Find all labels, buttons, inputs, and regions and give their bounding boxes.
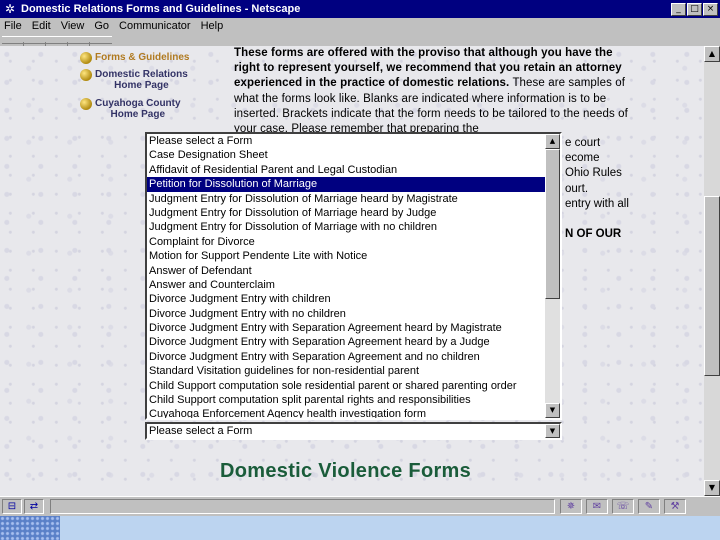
menu-bar: File Edit View Go Communicator Help xyxy=(0,18,720,34)
netscape-icon: ✲ xyxy=(4,2,16,16)
toolbar-grip[interactable] xyxy=(2,36,112,50)
scroll-up-button[interactable]: ▲ xyxy=(704,46,720,62)
menu-help[interactable]: Help xyxy=(201,20,224,32)
intro-tail: e court ecome Ohio Rules ourt. entry wit… xyxy=(565,137,629,241)
form-option[interactable]: Divorce Judgment Entry with Separation A… xyxy=(147,335,547,349)
connection-icon: ⇄ xyxy=(24,499,44,514)
navigator-icon[interactable]: ✵ xyxy=(560,499,582,514)
status-text xyxy=(50,499,555,514)
form-option[interactable]: Judgment Entry for Dissolution of Marria… xyxy=(147,192,547,206)
form-option[interactable]: Answer of Defendant xyxy=(147,264,547,278)
menu-edit[interactable]: Edit xyxy=(32,20,51,32)
page-scrollbar[interactable]: ▲ ▼ xyxy=(704,46,720,496)
form-option[interactable]: Answer and Counterclaim xyxy=(147,278,547,292)
menu-communicator[interactable]: Communicator xyxy=(119,20,191,32)
nav-forms-guidelines[interactable]: Forms & Guidelines xyxy=(80,52,189,64)
scroll-thumb[interactable] xyxy=(545,149,560,299)
scroll-up-button[interactable]: ▲ xyxy=(545,134,560,149)
browser-window: ✲ Domestic Relations Forms and Guideline… xyxy=(0,0,720,540)
maximize-button[interactable]: □ xyxy=(687,2,702,16)
intro-paragraph: These forms are offered with the proviso… xyxy=(234,46,628,137)
menu-file[interactable]: File xyxy=(4,20,22,32)
section-heading: Domestic Violence Forms xyxy=(220,460,472,482)
title-bar[interactable]: ✲ Domestic Relations Forms and Guideline… xyxy=(0,0,720,18)
form-option[interactable]: Standard Visitation guidelines for non-r… xyxy=(147,364,547,378)
composer-icon[interactable]: ✎ xyxy=(638,499,660,514)
taskbar xyxy=(0,516,720,540)
form-option[interactable]: Please select a Form xyxy=(147,134,547,148)
bullet-icon xyxy=(80,98,92,110)
form-option[interactable]: Divorce Judgment Entry with children xyxy=(147,292,547,306)
desktop-thumbnail xyxy=(0,516,60,540)
nav-domestic-relations-home[interactable]: Domestic Relations Home Page xyxy=(80,69,188,91)
bullet-icon xyxy=(80,69,92,81)
form-options: Please select a Form Case Designation She… xyxy=(147,134,547,418)
dropdown-value: Please select a Form xyxy=(149,425,253,437)
nav-cuyahoga-county-home[interactable]: Cuyahoga County Home Page xyxy=(80,98,181,120)
menu-go[interactable]: Go xyxy=(94,20,109,32)
scroll-thumb[interactable] xyxy=(704,196,720,376)
form-option[interactable]: Motion for Support Pendente Lite with No… xyxy=(147,249,547,263)
form-option[interactable]: Case Designation Sheet xyxy=(147,148,547,162)
discussion-icon[interactable]: ☏ xyxy=(612,499,634,514)
page-content: Forms & Guidelines Domestic Relations Ho… xyxy=(0,46,704,496)
nav-label: Domestic Relations Home Page xyxy=(95,69,188,91)
scroll-down-button[interactable]: ▼ xyxy=(704,480,720,496)
form-option[interactable]: Child Support computation sole residenti… xyxy=(147,379,547,393)
component-icon[interactable]: ⚒ xyxy=(664,499,686,514)
scroll-down-button[interactable]: ▼ xyxy=(545,403,560,418)
form-option[interactable]: Divorce Judgment Entry with no children xyxy=(147,307,547,321)
form-option[interactable]: Divorce Judgment Entry with Separation A… xyxy=(147,350,547,364)
form-option[interactable]: Child Support computation split parental… xyxy=(147,393,547,407)
form-option[interactable]: Judgment Entry for Dissolution of Marria… xyxy=(147,206,547,220)
form-select-dropdown[interactable]: Please select a Form ▼ xyxy=(145,422,562,440)
menu-view[interactable]: View xyxy=(61,20,85,32)
nav-label: Forms & Guidelines xyxy=(95,52,190,63)
status-bar: ⊟ ⇄ ✵ ✉ ☏ ✎ ⚒ xyxy=(0,496,720,516)
collapsed-toolbars xyxy=(0,34,720,50)
form-option[interactable]: Complaint for Divorce xyxy=(147,235,547,249)
form-option[interactable]: Affidavit of Residential Parent and Lega… xyxy=(147,163,547,177)
form-option[interactable]: Divorce Judgment Entry with Separation A… xyxy=(147,321,547,335)
close-button[interactable]: × xyxy=(703,2,718,16)
dropdown-arrow-icon[interactable]: ▼ xyxy=(545,424,560,438)
bullet-icon xyxy=(80,52,92,64)
nav-label: Cuyahoga County Home Page xyxy=(95,98,181,120)
window-title: Domestic Relations Forms and Guidelines … xyxy=(21,3,301,15)
form-option[interactable]: Petition for Dissolution of Marriage xyxy=(147,177,547,192)
form-select-list[interactable]: Please select a Form Case Designation She… xyxy=(145,132,562,420)
mail-icon[interactable]: ✉ xyxy=(586,499,608,514)
minimize-button[interactable]: _ xyxy=(671,2,686,16)
list-scrollbar[interactable]: ▲ ▼ xyxy=(545,134,560,418)
form-option[interactable]: Judgment Entry for Dissolution of Marria… xyxy=(147,220,547,234)
security-icon[interactable]: ⊟ xyxy=(2,499,22,514)
form-option[interactable]: Cuyahoga Enforcement Agency health inves… xyxy=(147,407,547,418)
